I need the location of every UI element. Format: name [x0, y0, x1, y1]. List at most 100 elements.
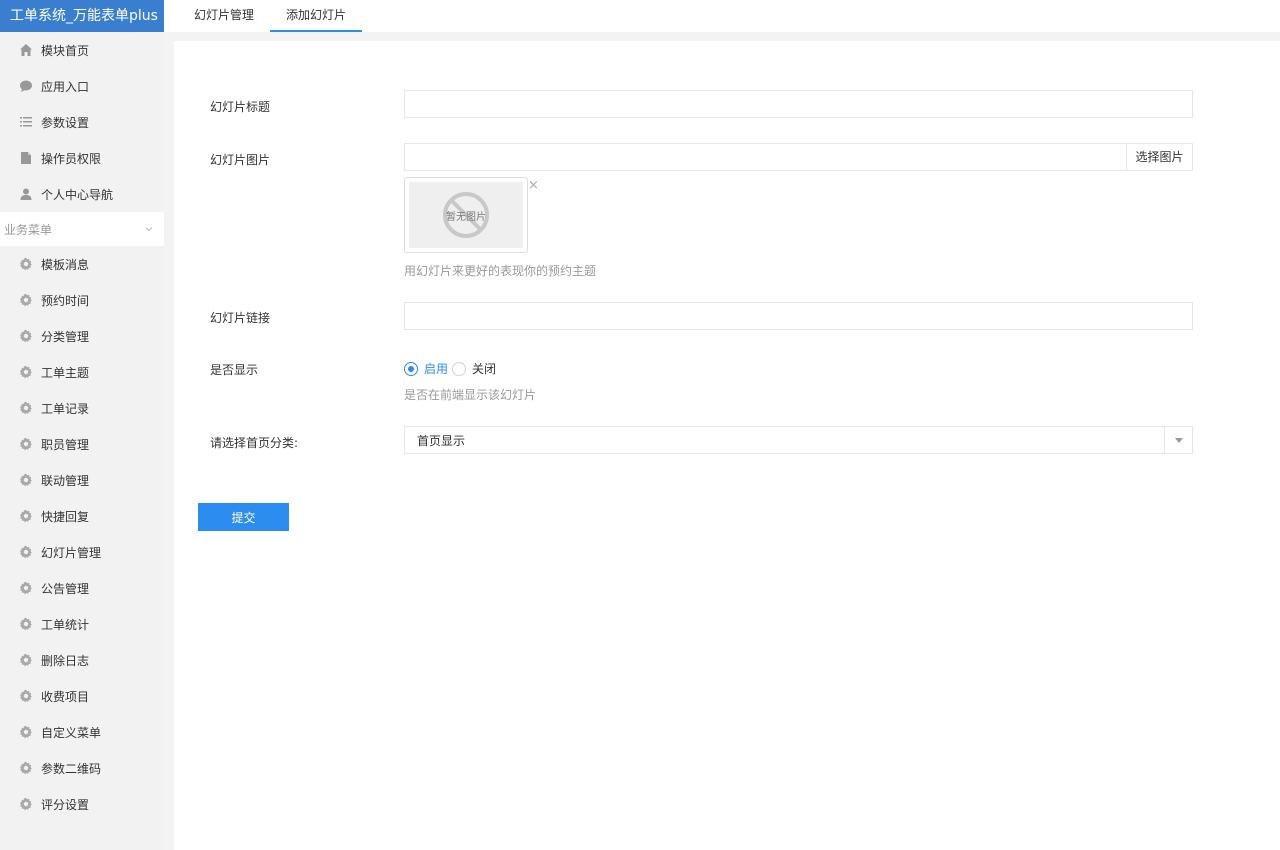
sidebar-item-business-11[interactable]: 删除日志	[0, 642, 164, 678]
sidebar-item-business-14[interactable]: 参数二维码	[0, 750, 164, 786]
sidebar-item-label: 收费项目	[41, 689, 90, 704]
sidebar-item-business-0[interactable]: 模板消息	[0, 246, 164, 282]
slide-image-input[interactable]	[405, 144, 1126, 170]
gear-icon	[18, 760, 34, 776]
sidebar-item-business-15[interactable]: 评分设置	[0, 786, 164, 822]
sidebar-item-business-13[interactable]: 自定义菜单	[0, 714, 164, 750]
slide-title-input[interactable]	[404, 90, 1193, 118]
sidebar-item-label: 模板消息	[41, 257, 90, 272]
gear-icon	[18, 724, 34, 740]
submit-button[interactable]: 提交	[198, 503, 289, 531]
sidebar-item-label: 评分设置	[41, 797, 90, 812]
sidebar-item-business-6[interactable]: 联动管理	[0, 462, 164, 498]
radio-enable[interactable]: 启用	[404, 360, 448, 377]
sidebar-item-business-8[interactable]: 幻灯片管理	[0, 534, 164, 570]
gear-icon	[18, 364, 34, 380]
radio-enable-label: 启用	[424, 362, 449, 376]
show-toggle-label: 是否显示	[210, 363, 259, 377]
gear-icon	[18, 580, 34, 596]
slide-title-label: 幻灯片标题	[210, 100, 271, 114]
sidebar-item-param-settings[interactable]: 参数设置	[0, 104, 164, 140]
sidebar-item-operator-permissions[interactable]: 操作员权限	[0, 140, 164, 176]
sidebar-item-business-1[interactable]: 预约时间	[0, 282, 164, 318]
gear-icon	[18, 472, 34, 488]
home-category-value: 首页显示	[417, 433, 466, 448]
sidebar-item-business-9[interactable]: 公告管理	[0, 570, 164, 606]
gear-icon	[18, 544, 34, 560]
choose-image-button[interactable]: 选择图片	[1126, 144, 1192, 170]
chevron-down-icon	[145, 227, 153, 232]
gear-icon	[18, 616, 34, 632]
sidebar-item-business-2[interactable]: 分类管理	[0, 318, 164, 354]
gear-icon	[18, 292, 34, 308]
sidebar-item-label: 删除日志	[41, 653, 90, 668]
sidebar-item-app-entry[interactable]: 应用入口	[0, 68, 164, 104]
tab-add-slide[interactable]: 添加幻灯片	[270, 0, 363, 32]
radio-disable-label: 关闭	[472, 362, 497, 376]
gear-icon	[18, 328, 34, 344]
sidebar-item-module-home[interactable]: 模块首页	[0, 32, 164, 68]
sidebar-item-label: 个人中心导航	[41, 187, 114, 202]
radio-enable-circle	[404, 361, 418, 376]
gear-icon	[18, 688, 34, 704]
sidebar-item-label: 模块首页	[41, 43, 90, 58]
sidebar-item-business-10[interactable]: 工单统计	[0, 606, 164, 642]
document-icon	[18, 150, 34, 166]
sidebar-item-label: 工单统计	[41, 617, 90, 632]
sidebar-item-label: 应用入口	[41, 79, 90, 94]
tab-slide-management[interactable]: 幻灯片管理	[178, 0, 270, 32]
no-image-text: 暂无图片	[446, 211, 486, 223]
sidebar-item-label: 联动管理	[41, 473, 90, 488]
gear-icon	[18, 796, 34, 812]
list-icon	[18, 114, 34, 130]
user-icon	[18, 186, 34, 202]
top-tab-bar: 幻灯片管理 添加幻灯片	[164, 0, 1280, 32]
home-category-select[interactable]: 首页显示	[404, 426, 1193, 454]
sidebar-item-label: 幻灯片管理	[41, 545, 102, 560]
show-toggle-help: 是否在前端显示该幻灯片	[404, 388, 537, 402]
gear-icon	[18, 652, 34, 668]
gear-icon	[18, 256, 34, 272]
sidebar-item-label: 自定义菜单	[41, 725, 102, 740]
sidebar-item-label: 公告管理	[41, 581, 90, 596]
sidebar-item-business-3[interactable]: 工单主题	[0, 354, 164, 390]
sidebar-item-label: 参数二维码	[41, 761, 102, 776]
app-root: 工单系统_万能表单plus 模块首页 应用入口 参数设置 操作员权限 个人中心导…	[0, 0, 1280, 850]
sidebar-item-label: 快捷回复	[41, 509, 90, 524]
sidebar-item-business-5[interactable]: 职员管理	[0, 426, 164, 462]
app-title: 工单系统_万能表单plus	[0, 0, 164, 32]
sidebar-item-label: 工单主题	[41, 365, 90, 380]
slide-image-help: 用幻灯片来更好的表现你的预约主题	[404, 264, 597, 278]
sidebar-item-label: 职员管理	[41, 437, 90, 452]
show-radio-group: 启用 关闭	[404, 360, 500, 377]
dropdown-arrow-icon	[1164, 427, 1192, 453]
sidebar-item-label: 分类管理	[41, 329, 90, 344]
image-preview-placeholder: 暂无图片	[409, 182, 523, 248]
chat-bubble-icon	[18, 78, 34, 94]
remove-image-icon[interactable]: ×	[528, 178, 539, 193]
slide-link-input[interactable]	[404, 302, 1193, 330]
home-category-label: 请选择首页分类:	[210, 436, 299, 450]
sidebar-item-business-4[interactable]: 工单记录	[0, 390, 164, 426]
image-preview: 暂无图片	[404, 177, 528, 253]
slide-image-label: 幻灯片图片	[210, 153, 271, 167]
gear-icon	[18, 508, 34, 524]
sidebar-item-personal-center-nav[interactable]: 个人中心导航	[0, 176, 164, 212]
gear-icon	[18, 436, 34, 452]
home-icon	[18, 42, 34, 58]
slide-image-field: 选择图片	[404, 143, 1193, 171]
sidebar-item-label: 预约时间	[41, 293, 90, 308]
main-form-panel: 幻灯片标题 幻灯片图片 选择图片 暂无图片 × 用幻灯片来更好的表现你的预约主题…	[174, 41, 1280, 850]
radio-disable[interactable]: 关闭	[452, 360, 496, 377]
gear-icon	[18, 400, 34, 416]
sidebar-item-label: 参数设置	[41, 115, 90, 130]
slide-link-label: 幻灯片链接	[210, 311, 271, 325]
sidebar-item-label: 操作员权限	[41, 151, 102, 166]
sidebar: 工单系统_万能表单plus 模块首页 应用入口 参数设置 操作员权限 个人中心导…	[0, 0, 164, 850]
radio-disable-circle	[452, 361, 467, 376]
sidebar-item-business-12[interactable]: 收费项目	[0, 678, 164, 714]
sidebar-group-label: 业务菜单	[4, 222, 53, 237]
sidebar-item-label: 工单记录	[41, 401, 90, 416]
sidebar-group-business-menu[interactable]: 业务菜单	[0, 212, 164, 246]
sidebar-item-business-7[interactable]: 快捷回复	[0, 498, 164, 534]
